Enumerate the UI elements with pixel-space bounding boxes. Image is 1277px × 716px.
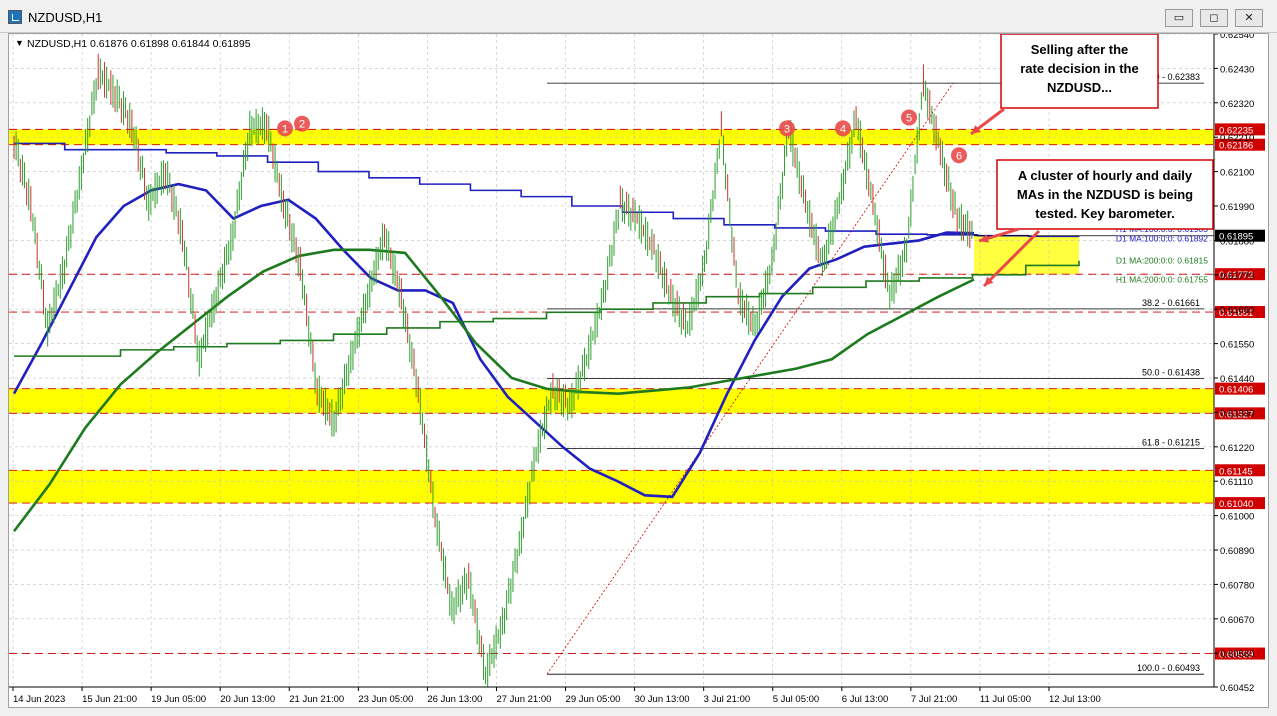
- fib-label: 50.0 - 0.61438: [1142, 368, 1200, 378]
- x-tick-label: 29 Jun 05:00: [566, 694, 621, 705]
- price-chart[interactable]: 0.622350.621860.617720.616510.614060.613…: [9, 30, 1268, 707]
- y-tick-label: 0.61220: [1220, 443, 1254, 454]
- y-tick-label: 0.61110: [1220, 477, 1253, 488]
- x-tick-label: 12 Jul 13:00: [1049, 694, 1101, 705]
- y-tick-label: 0.60452: [1220, 683, 1254, 694]
- x-tick-label: 3 Jul 21:00: [704, 694, 750, 705]
- chart-info-text: NZDUSD,H1 0.61876 0.61898 0.61844 0.6189…: [27, 38, 251, 50]
- ma-label: D1 MA:200:0:0: 0.61815: [1116, 256, 1208, 266]
- x-tick-label: 6 Jul 13:00: [842, 694, 888, 705]
- x-tick-label: 23 Jun 05:00: [358, 694, 413, 705]
- y-tick-label: 0.61330: [1220, 408, 1254, 419]
- x-tick-label: 15 Jun 21:00: [82, 694, 137, 705]
- ma-label: H1 MA:200:0:0: 0.61755: [1116, 275, 1208, 285]
- y-tick-label: 0.61770: [1220, 271, 1254, 282]
- y-tick-label: 0.62430: [1220, 64, 1254, 75]
- zone-2: [9, 470, 1214, 504]
- swing-marker-label: 3: [784, 123, 790, 135]
- level-label: 0.61145: [1219, 466, 1253, 477]
- fib-label: 61.8 - 0.61215: [1142, 437, 1200, 447]
- minimize-button[interactable]: ▭: [1165, 9, 1193, 27]
- chart-frame[interactable]: 0.62235 0.62186 0.61772 0.61651 0.61406 0.613…: [8, 30, 1269, 708]
- y-tick-label: 0.61550: [1220, 340, 1254, 351]
- x-tick-label: 20 Jun 13:00: [220, 694, 275, 705]
- callout-text: A cluster of hourly and daily: [1018, 168, 1193, 183]
- y-tick-label: 0.60670: [1220, 615, 1254, 626]
- level-label: 0.61040: [1219, 499, 1253, 510]
- x-tick-label: 14 Jun 2023: [13, 694, 65, 705]
- level-label: 0.61406: [1219, 385, 1253, 396]
- callout-text: rate decision in the: [1020, 61, 1138, 76]
- swing-marker-label: 1: [282, 123, 288, 135]
- y-tick-label: 0.60560: [1220, 649, 1254, 660]
- x-tick-label: 30 Jun 13:00: [635, 694, 690, 705]
- fib-label: 38.2 - 0.61661: [1142, 298, 1200, 308]
- y-tick-label: 0.61000: [1220, 512, 1254, 523]
- x-tick-label: 11 Jul 05:00: [980, 694, 1031, 705]
- window-title: NZDUSD,H1: [28, 10, 103, 25]
- swing-marker-label: 6: [956, 150, 962, 162]
- swing-marker-label: 2: [299, 119, 305, 131]
- fib-label: 100.0 - 0.60493: [1137, 663, 1200, 673]
- y-tick-label: 0.60890: [1220, 546, 1254, 557]
- chart-window-icon: [8, 10, 22, 24]
- callout-text: tested. Key barometer.: [1035, 206, 1174, 221]
- callout-text: NZDUSD...: [1047, 80, 1112, 95]
- close-button[interactable]: ✕: [1235, 9, 1263, 27]
- y-tick-label: 0.62100: [1220, 168, 1254, 179]
- y-tick-label: 0.62540: [1220, 34, 1254, 41]
- callout-text: MAs in the NZDUSD is being: [1017, 187, 1193, 202]
- y-tick-label: 0.61990: [1220, 202, 1254, 213]
- x-tick-label: 27 Jun 21:00: [496, 694, 551, 705]
- y-tick-label: 0.61440: [1220, 374, 1254, 385]
- y-tick-label: 0.62320: [1220, 99, 1254, 110]
- info-marker: ▼: [15, 38, 24, 48]
- swing-marker-label: 5: [906, 112, 912, 124]
- window-titlebar: NZDUSD,H1 ▭ ◻ ✕: [0, 0, 1277, 33]
- ma-label: D1 MA:100:0:0: 0.61892: [1116, 234, 1208, 244]
- swing-marker-label: 4: [840, 123, 846, 135]
- x-tick-label: 5 Jul 05:00: [773, 694, 819, 705]
- restore-button[interactable]: ◻: [1200, 9, 1228, 27]
- x-tick-label: 19 Jun 05:00: [151, 694, 206, 705]
- x-tick-label: 7 Jul 21:00: [911, 694, 957, 705]
- y-tick-label: 0.60780: [1220, 580, 1254, 591]
- y-tick-label: 0.62210: [1220, 133, 1254, 144]
- x-tick-label: 26 Jun 13:00: [427, 694, 482, 705]
- x-tick-label: 21 Jun 21:00: [289, 694, 344, 705]
- callout-text: Selling after the: [1031, 42, 1129, 57]
- current-price-label: 0.61895: [1219, 232, 1253, 243]
- y-tick-label: 0.61660: [1220, 305, 1254, 316]
